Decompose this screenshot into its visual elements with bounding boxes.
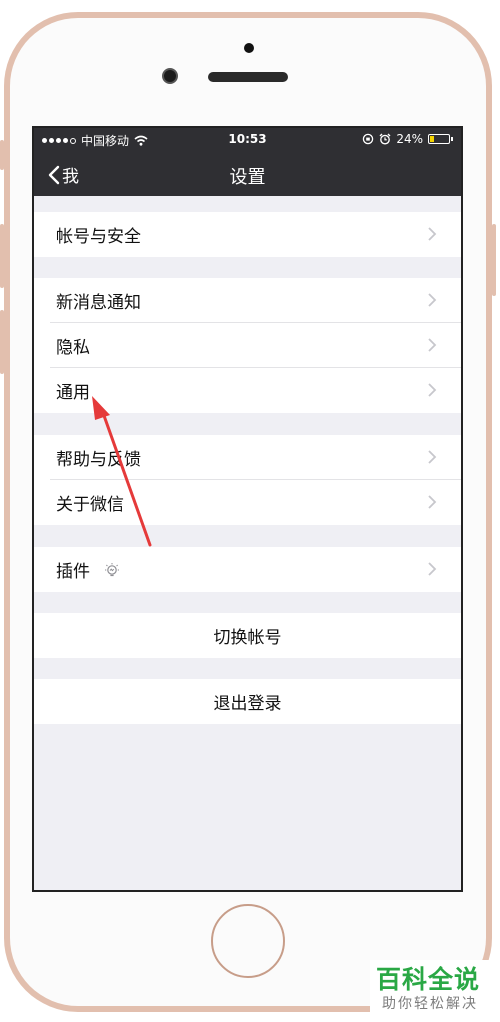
nav-bar: 我 设置 xyxy=(34,152,461,196)
power-button xyxy=(492,224,496,296)
settings-item-label: 通用 xyxy=(56,383,90,403)
front-camera xyxy=(162,68,178,84)
settings-item-notifications[interactable]: 新消息通知 xyxy=(34,278,461,323)
logout-button[interactable]: 退出登录 xyxy=(34,679,461,724)
settings-item-label: 新消息通知 xyxy=(56,293,141,313)
settings-item-label: 隐私 xyxy=(56,338,90,358)
ring-switch xyxy=(0,140,4,170)
orientation-lock-icon xyxy=(363,133,374,145)
proximity-sensor xyxy=(244,43,254,53)
settings-group-account: 帐号与安全 xyxy=(34,212,461,257)
chevron-right-icon xyxy=(428,227,437,241)
settings-group-plugins: 插件 xyxy=(34,547,461,592)
battery-icon xyxy=(428,134,450,144)
phone-screen: 中国移动 10:53 24% 我 设置 帐号与安全 新消息通知 隐私 通用 帮助… xyxy=(32,126,463,892)
volume-down-button xyxy=(0,310,4,374)
chevron-right-icon xyxy=(428,495,437,509)
settings-item-label: 关于微信 xyxy=(56,495,124,515)
chevron-right-icon xyxy=(428,293,437,307)
settings-item-label: 帐号与安全 xyxy=(56,227,141,247)
chevron-right-icon xyxy=(428,338,437,352)
switch-account-group: 切换帐号 xyxy=(34,613,461,658)
status-bar: 中国移动 10:53 24% xyxy=(34,128,461,152)
settings-item-plugins[interactable]: 插件 xyxy=(34,547,461,592)
battery-percent: 24% xyxy=(396,132,423,146)
volume-up-button xyxy=(0,224,4,288)
watermark-logo: 百科全说 助你轻松解决 xyxy=(370,960,494,1018)
page-title: 设置 xyxy=(229,167,266,188)
chevron-right-icon xyxy=(428,562,437,576)
settings-item-privacy[interactable]: 隐私 xyxy=(34,323,461,368)
logout-label: 退出登录 xyxy=(213,694,282,714)
settings-item-label: 帮助与反馈 xyxy=(56,450,141,470)
settings-group-general: 新消息通知 隐私 通用 xyxy=(34,278,461,413)
switch-account-label: 切换帐号 xyxy=(213,628,282,648)
settings-item-label: 插件 xyxy=(56,562,90,582)
watermark-subtitle: 助你轻松解决 xyxy=(382,996,478,1012)
settings-item-account-security[interactable]: 帐号与安全 xyxy=(34,212,461,257)
battery-tip xyxy=(451,137,453,141)
settings-item-general[interactable]: 通用 xyxy=(34,368,461,413)
settings-item-about[interactable]: 关于微信 xyxy=(34,480,461,525)
earpiece-speaker xyxy=(208,72,288,82)
lightbulb-icon xyxy=(105,562,119,576)
home-button[interactable] xyxy=(211,904,285,978)
settings-group-help: 帮助与反馈 关于微信 xyxy=(34,435,461,525)
alarm-icon xyxy=(379,133,391,145)
watermark-title: 百科全说 xyxy=(376,965,481,994)
settings-item-help-feedback[interactable]: 帮助与反馈 xyxy=(34,435,461,480)
logout-group: 退出登录 xyxy=(34,679,461,724)
chevron-right-icon xyxy=(428,383,437,397)
chevron-right-icon xyxy=(428,450,437,464)
switch-account-button[interactable]: 切换帐号 xyxy=(34,613,461,658)
